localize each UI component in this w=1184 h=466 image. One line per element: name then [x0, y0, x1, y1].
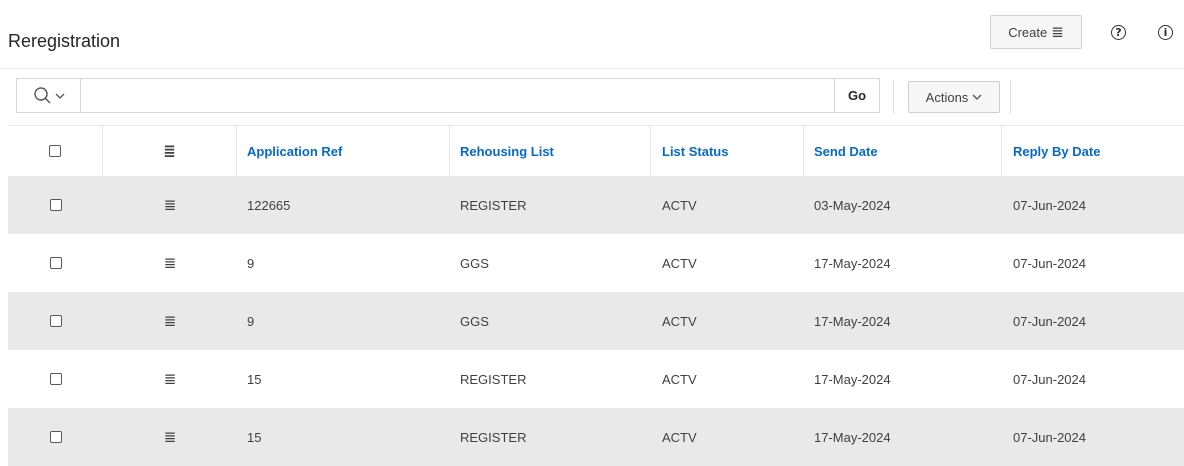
cell-application-ref: 9: [247, 255, 255, 271]
row-checkbox[interactable]: [49, 431, 62, 443]
hamburger-menu-icon: ≣: [1051, 23, 1064, 41]
row-select-cell: [8, 176, 103, 234]
row-menu-cell: ≣: [103, 234, 237, 292]
actions-button-label: Actions: [925, 89, 969, 105]
search-icon: [33, 87, 50, 104]
row-select-cell: [8, 292, 103, 350]
info-icon[interactable]: i: [1158, 25, 1173, 40]
search-options-button[interactable]: [17, 79, 81, 112]
toolbar-separator: [893, 80, 894, 114]
cell-application-ref: 122665: [247, 197, 291, 213]
help-icon[interactable]: ?: [1111, 25, 1126, 40]
chevron-down-icon: [972, 94, 982, 100]
create-button[interactable]: Create ≣: [990, 15, 1082, 49]
row-checkbox[interactable]: [49, 373, 62, 385]
create-button-label: Create: [1008, 24, 1048, 40]
cell-application-ref: 15: [247, 371, 262, 387]
cell-list-status: ACTV: [662, 255, 697, 271]
row-menu-icon[interactable]: ≣: [164, 370, 177, 388]
cell-list-status: ACTV: [662, 197, 697, 213]
cell-send-date: 03-May-2024: [814, 197, 891, 213]
row-actions-header: ≣: [103, 126, 237, 176]
row-checkbox[interactable]: [49, 315, 62, 327]
row-menu-cell: ≣: [103, 292, 237, 350]
column-header-send-date[interactable]: Send Date: [804, 126, 1002, 176]
row-checkbox[interactable]: [49, 199, 62, 211]
select-all-checkbox[interactable]: [49, 145, 61, 157]
row-menu-cell: ≣: [103, 408, 237, 466]
select-all-cell: [8, 126, 103, 176]
hamburger-menu-icon[interactable]: ≣: [163, 142, 176, 160]
toolbar-separator: [1010, 80, 1011, 114]
row-menu-cell: ≣: [103, 176, 237, 234]
cell-rehousing-list: REGISTER: [460, 371, 527, 387]
header-divider: [0, 68, 1184, 69]
search-input[interactable]: [87, 83, 821, 109]
column-header-list-status[interactable]: List Status: [651, 126, 804, 176]
cell-send-date: 17-May-2024: [814, 429, 891, 445]
row-select-cell: [8, 350, 103, 408]
table-row: ≣ 15 REGISTER ACTV 17-May-2024 07-Jun-20…: [8, 408, 1184, 466]
go-button[interactable]: Go: [834, 79, 879, 112]
column-header-reply-by-date[interactable]: Reply By Date: [1002, 126, 1184, 176]
report-grid: ≣ Application Ref Rehousing List List St…: [8, 125, 1184, 466]
row-checkbox[interactable]: [49, 257, 62, 269]
cell-rehousing-list: GGS: [460, 255, 489, 271]
cell-rehousing-list: REGISTER: [460, 429, 527, 445]
column-header-rehousing-list[interactable]: Rehousing List: [450, 126, 651, 176]
cell-reply-by-date: 07-Jun-2024: [1013, 371, 1086, 387]
table-row: ≣ 15 REGISTER ACTV 17-May-2024 07-Jun-20…: [8, 350, 1184, 408]
cell-application-ref: 15: [247, 429, 262, 445]
cell-send-date: 17-May-2024: [814, 371, 891, 387]
cell-list-status: ACTV: [662, 313, 697, 329]
cell-reply-by-date: 07-Jun-2024: [1013, 313, 1086, 329]
row-menu-icon[interactable]: ≣: [164, 312, 177, 330]
row-menu-icon[interactable]: ≣: [164, 428, 177, 446]
cell-reply-by-date: 07-Jun-2024: [1013, 197, 1086, 213]
cell-rehousing-list: GGS: [460, 313, 489, 329]
page-title: Reregistration: [8, 31, 121, 51]
cell-list-status: ACTV: [662, 429, 697, 445]
search-bar: Go: [16, 78, 880, 113]
row-select-cell: [8, 234, 103, 292]
cell-send-date: 17-May-2024: [814, 313, 891, 329]
cell-rehousing-list: REGISTER: [460, 197, 527, 213]
table-row: ≣ 9 GGS ACTV 17-May-2024 07-Jun-2024: [8, 292, 1184, 350]
actions-button[interactable]: Actions: [908, 81, 1000, 113]
row-menu-cell: ≣: [103, 350, 237, 408]
table-row: ≣ 9 GGS ACTV 17-May-2024 07-Jun-2024: [8, 234, 1184, 292]
cell-send-date: 17-May-2024: [814, 255, 891, 271]
row-select-cell: [8, 408, 103, 466]
cell-list-status: ACTV: [662, 371, 697, 387]
cell-reply-by-date: 07-Jun-2024: [1013, 429, 1086, 445]
chevron-down-icon: [55, 93, 64, 99]
cell-application-ref: 9: [247, 313, 255, 329]
table-row: ≣ 122665 REGISTER ACTV 03-May-2024 07-Ju…: [8, 176, 1184, 234]
column-header-application-ref[interactable]: Application Ref: [237, 126, 450, 176]
row-menu-icon[interactable]: ≣: [164, 254, 177, 272]
table-header-row: ≣ Application Ref Rehousing List List St…: [8, 125, 1184, 176]
row-menu-icon[interactable]: ≣: [164, 196, 177, 214]
cell-reply-by-date: 07-Jun-2024: [1013, 255, 1086, 271]
